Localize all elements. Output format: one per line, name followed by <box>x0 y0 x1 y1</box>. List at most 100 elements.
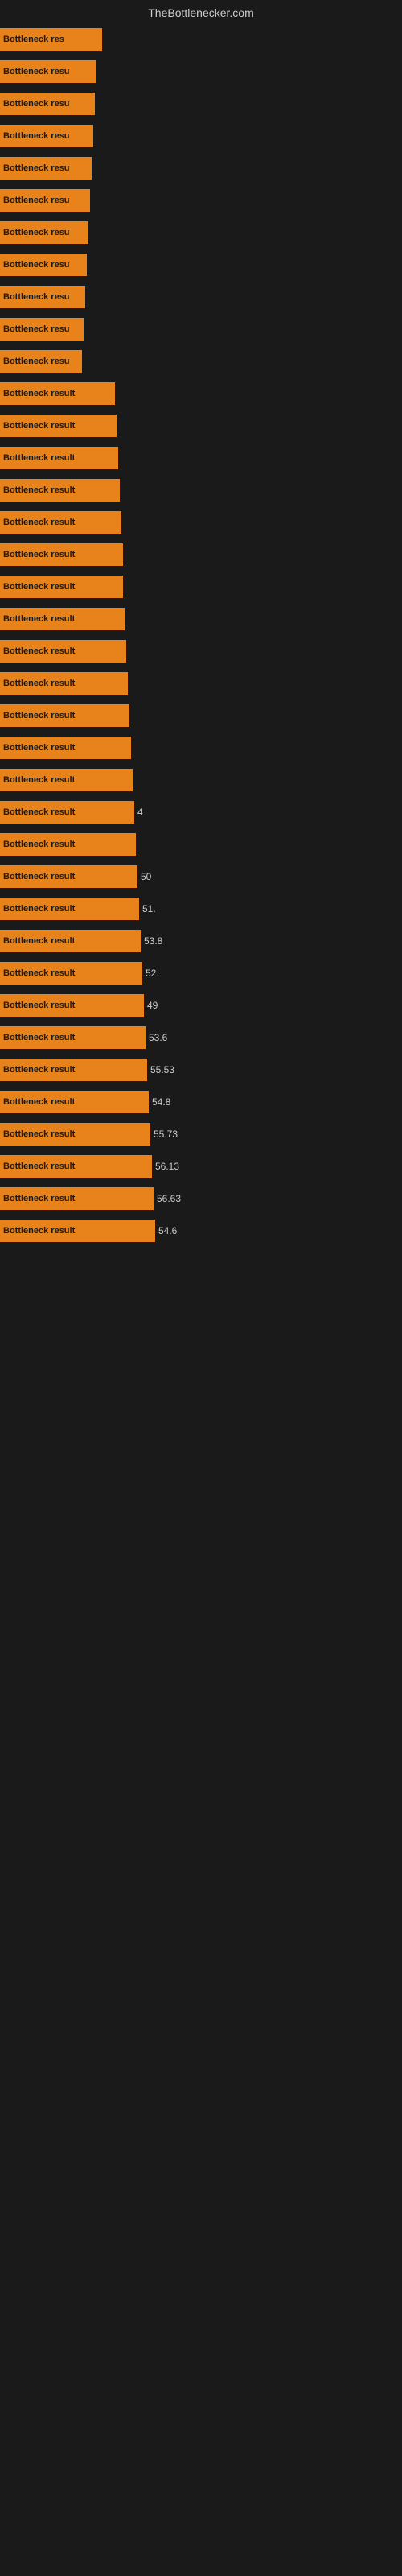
bar-row: Bottleneck result 52. <box>0 958 402 989</box>
bar-row: Bottleneck result55.53 <box>0 1055 402 1085</box>
bar-label: Bottleneck resu <box>3 260 70 270</box>
bar-row: Bottleneck resu <box>0 314 402 345</box>
bar-value: 53.8 <box>144 935 162 947</box>
bar-label: Bottleneck result <box>3 1162 75 1171</box>
bar: Bottleneck result <box>0 672 128 695</box>
bar-row: Bottleneck result <box>0 539 402 570</box>
bar: Bottleneck result <box>0 608 125 630</box>
bar-row: Bottleneck resu <box>0 89 402 119</box>
bar-row: Bottleneck result <box>0 411 402 441</box>
bar-row: Bottleneck result55.73 <box>0 1119 402 1150</box>
bar: Bottleneck resu <box>0 318 84 341</box>
bar-label: Bottleneck result <box>3 775 75 785</box>
bar-row: Bottleneck result <box>0 572 402 602</box>
bar-label: Bottleneck resu <box>3 228 70 237</box>
bar-label: Bottleneck result <box>3 711 75 720</box>
bar-row: Bottleneck result 56.13 <box>0 1151 402 1182</box>
bar: Bottleneck result <box>0 1026 146 1049</box>
bar: Bottleneck result <box>0 447 118 469</box>
bar-label: Bottleneck result <box>3 614 75 624</box>
bar-label: Bottleneck resu <box>3 357 70 366</box>
bar-value: 49 <box>147 1000 158 1011</box>
bar-label: Bottleneck resu <box>3 292 70 302</box>
bar-row: Bottleneck resu <box>0 217 402 248</box>
bar-label: Bottleneck result <box>3 872 75 881</box>
bar-row: Bottleneck result51. <box>0 894 402 924</box>
bar-row: Bottleneck res <box>0 24 402 55</box>
bar-label: Bottleneck result <box>3 1226 75 1236</box>
bar-label: Bottleneck result <box>3 1194 75 1203</box>
bar: Bottleneck result <box>0 382 115 405</box>
bar-row: Bottleneck result 4 <box>0 797 402 828</box>
bar-value: 56.13 <box>155 1161 179 1172</box>
bar-value: 54.8 <box>152 1096 170 1108</box>
bar-label: Bottleneck resu <box>3 67 70 76</box>
bar-row: Bottleneck result <box>0 475 402 506</box>
bar: Bottleneck result <box>0 543 123 566</box>
bar-value: 4 <box>137 807 143 818</box>
bar: Bottleneck resu <box>0 350 82 373</box>
bar-row: Bottleneck result <box>0 378 402 409</box>
bar: Bottleneck result <box>0 511 121 534</box>
bar-label: Bottleneck result <box>3 968 75 978</box>
bar: Bottleneck resu <box>0 157 92 180</box>
bar-row: Bottleneck result 53.8 <box>0 926 402 956</box>
bar-label: Bottleneck res <box>3 35 64 44</box>
bar: Bottleneck resu <box>0 189 90 212</box>
bar: Bottleneck result <box>0 769 133 791</box>
bar-label: Bottleneck result <box>3 421 75 431</box>
bar-label: Bottleneck result <box>3 1033 75 1042</box>
bar-label: Bottleneck result <box>3 1001 75 1010</box>
bar: Bottleneck result <box>0 704 129 727</box>
bar-row: Bottleneck result <box>0 443 402 473</box>
bar: Bottleneck res <box>0 28 102 51</box>
bar-label: Bottleneck result <box>3 840 75 849</box>
bar-label: Bottleneck result <box>3 485 75 495</box>
bar-label: Bottleneck result <box>3 518 75 527</box>
bar-row: Bottleneck result 50 <box>0 861 402 892</box>
bar-row: Bottleneck resu <box>0 153 402 184</box>
bar: Bottleneck resu <box>0 254 87 276</box>
bar-label: Bottleneck resu <box>3 196 70 205</box>
bar-label: Bottleneck result <box>3 550 75 559</box>
bar-row: Bottleneck result56.63 <box>0 1183 402 1214</box>
bar-row: Bottleneck resu <box>0 346 402 377</box>
bar-label: Bottleneck result <box>3 1097 75 1107</box>
bar: Bottleneck result <box>0 865 137 888</box>
bar: Bottleneck result <box>0 962 142 985</box>
bar-label: Bottleneck resu <box>3 131 70 141</box>
bar: Bottleneck result <box>0 1187 154 1210</box>
bar: Bottleneck result <box>0 737 131 759</box>
bar-label: Bottleneck result <box>3 1065 75 1075</box>
bar-label: Bottleneck result <box>3 646 75 656</box>
bar-label: Bottleneck result <box>3 936 75 946</box>
bar-row: Bottleneck result <box>0 636 402 667</box>
bar-row: Bottleneck result <box>0 700 402 731</box>
bar-row: Bottleneck result <box>0 507 402 538</box>
bar-label: Bottleneck result <box>3 679 75 688</box>
bar-label: Bottleneck result <box>3 807 75 817</box>
bar-label: Bottleneck resu <box>3 99 70 109</box>
bar: Bottleneck result <box>0 1155 152 1178</box>
bar-row: Bottleneck result54.6 <box>0 1216 402 1246</box>
bar-label: Bottleneck result <box>3 743 75 753</box>
bar-label: Bottleneck result <box>3 582 75 592</box>
bar-row: Bottleneck result <box>0 829 402 860</box>
bar-row: Bottleneck result <box>0 733 402 763</box>
header: TheBottlenecker.com <box>0 0 402 23</box>
bar: Bottleneck result <box>0 1059 147 1081</box>
bar-value: 52. <box>146 968 159 979</box>
bar-value: 53.6 <box>149 1032 167 1043</box>
chart-container: Bottleneck res Bottleneck resu Bottleneck … <box>0 24 402 1246</box>
bar: Bottleneck result <box>0 930 141 952</box>
bar-row: Bottleneck result 54.8 <box>0 1087 402 1117</box>
bar-row: Bottleneck result 49 <box>0 990 402 1021</box>
bar-value: 51. <box>142 903 156 914</box>
bar-value: 50 <box>141 871 151 882</box>
bar: Bottleneck result <box>0 640 126 663</box>
bar-row: Bottleneck result <box>0 765 402 795</box>
bar-row: Bottleneck resu <box>0 250 402 280</box>
bar-row: Bottleneck resu <box>0 185 402 216</box>
bar: Bottleneck result <box>0 415 117 437</box>
bar: Bottleneck result <box>0 1091 149 1113</box>
